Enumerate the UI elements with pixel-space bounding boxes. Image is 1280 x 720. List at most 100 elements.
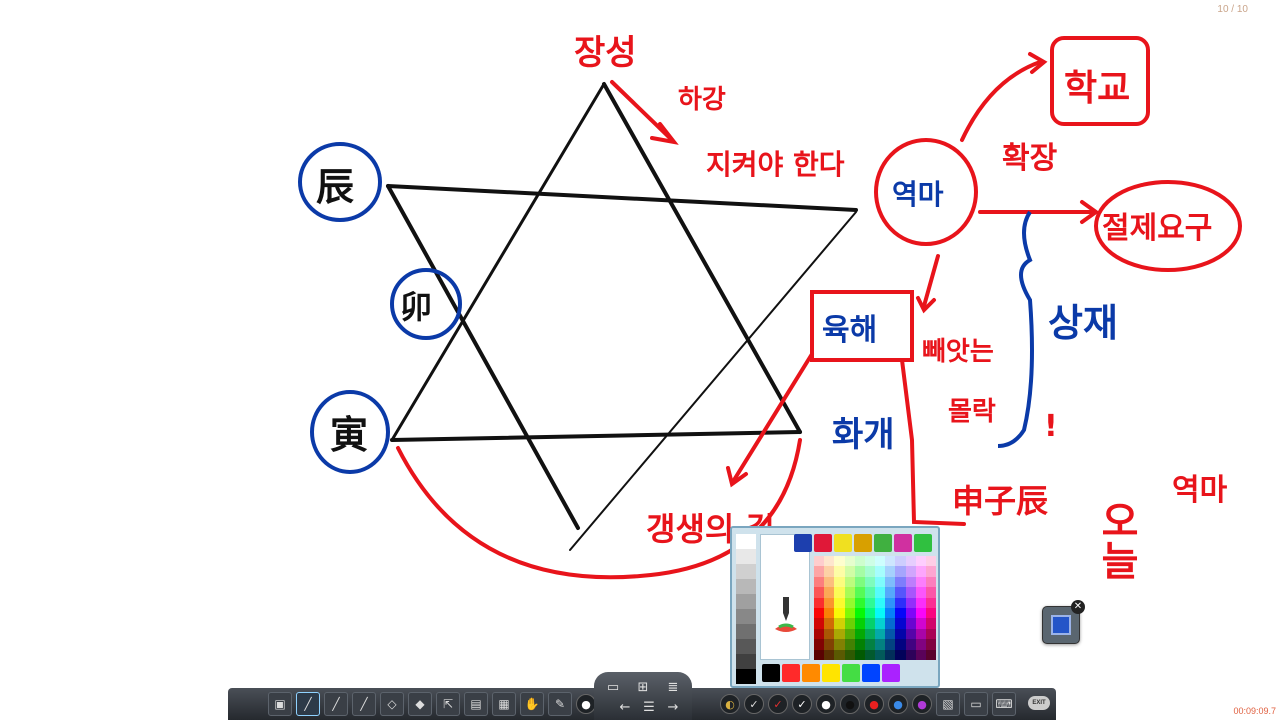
color-cell[interactable]	[834, 639, 845, 650]
highlight-icon[interactable]: ✎	[548, 692, 572, 716]
color-cell[interactable]	[854, 556, 865, 567]
color-cell[interactable]	[875, 576, 886, 588]
color-cell[interactable]	[864, 597, 875, 608]
color-cell[interactable]	[895, 639, 906, 650]
color-cell[interactable]	[925, 587, 936, 598]
color-cell[interactable]	[824, 639, 835, 650]
center-hub[interactable]: ▭ ⊞ ≣ ← ☰ →	[594, 672, 692, 720]
color-swatch[interactable]	[882, 664, 900, 682]
color-cell[interactable]	[905, 587, 916, 598]
color-cell[interactable]	[834, 587, 845, 598]
color-cell[interactable]	[875, 556, 886, 567]
color-cell[interactable]	[844, 576, 855, 588]
color-cell[interactable]	[885, 618, 896, 629]
color-cell[interactable]	[875, 649, 886, 660]
color-cell[interactable]	[854, 587, 865, 598]
window-icon[interactable]: ▣	[268, 692, 292, 716]
list-icon[interactable]: ☰	[640, 700, 658, 716]
exit-button[interactable]: EXIT	[1028, 696, 1050, 710]
drop-black-icon[interactable]: ●	[840, 694, 860, 714]
document-icon[interactable]: ≣	[664, 680, 682, 696]
shape-icon[interactable]: ◇	[380, 692, 404, 716]
color-cell[interactable]	[895, 587, 906, 598]
color-swatch[interactable]	[894, 534, 912, 552]
color-cell[interactable]	[915, 587, 926, 598]
color-cell[interactable]	[814, 566, 825, 577]
color-cell[interactable]	[905, 639, 916, 650]
color-cell[interactable]	[925, 607, 936, 619]
drop-red-icon[interactable]: ●	[864, 694, 884, 714]
color-cell[interactable]	[895, 607, 906, 619]
pen-thin-icon[interactable]: ╱	[324, 692, 348, 716]
stamp-icon[interactable]: ▧	[936, 692, 960, 716]
color-cell[interactable]	[905, 628, 916, 640]
color-cell[interactable]	[885, 556, 896, 567]
color-cell[interactable]	[844, 607, 855, 619]
color-cell[interactable]	[824, 597, 835, 608]
keyboard-icon[interactable]: ⌨	[992, 692, 1016, 716]
color-swatch[interactable]	[914, 534, 932, 552]
color-cell[interactable]	[895, 597, 906, 608]
color-cell[interactable]	[915, 556, 926, 567]
color-cell[interactable]	[844, 618, 855, 629]
color-cell[interactable]	[814, 649, 825, 660]
screen-icon[interactable]: ▤	[464, 692, 488, 716]
color-cell[interactable]	[824, 618, 835, 629]
color-cell[interactable]	[925, 576, 936, 588]
color-cell[interactable]	[875, 618, 886, 629]
color-cell[interactable]	[905, 597, 916, 608]
color-cell[interactable]	[875, 597, 886, 608]
color-cell[interactable]	[895, 576, 906, 588]
color-cell[interactable]	[824, 566, 835, 577]
board-icon[interactable]: ▦	[492, 692, 516, 716]
color-cell[interactable]	[885, 566, 896, 577]
check-white-icon[interactable]: ✓	[792, 694, 812, 714]
board-mode-icon[interactable]: ▭	[604, 680, 622, 696]
color-cell[interactable]	[875, 587, 886, 598]
color-cell[interactable]	[814, 628, 825, 640]
color-swatch[interactable]	[802, 664, 820, 682]
color-cell[interactable]	[844, 639, 855, 650]
color-cell[interactable]	[844, 649, 855, 660]
color-cell[interactable]	[925, 566, 936, 577]
color-cell[interactable]	[905, 618, 916, 629]
color-swatch[interactable]	[762, 664, 780, 682]
color-cell[interactable]	[864, 566, 875, 577]
color-cell[interactable]	[864, 618, 875, 629]
color-cell[interactable]	[925, 649, 936, 660]
color-cell[interactable]	[925, 639, 936, 650]
color-cell[interactable]	[905, 607, 916, 619]
color-cell[interactable]	[895, 649, 906, 660]
color-swatch[interactable]	[822, 664, 840, 682]
color-grid[interactable]	[814, 556, 936, 660]
color-swatch[interactable]	[874, 534, 892, 552]
color-cell[interactable]	[834, 628, 845, 640]
color-cell[interactable]	[915, 576, 926, 588]
color-palette[interactable]	[730, 526, 940, 688]
color-cell[interactable]	[854, 576, 865, 588]
color-cell[interactable]	[864, 576, 875, 588]
color-cell[interactable]	[915, 607, 926, 619]
color-cell[interactable]	[885, 597, 896, 608]
color-cell[interactable]	[905, 556, 916, 567]
color-cell[interactable]	[925, 628, 936, 640]
drop-purple-icon[interactable]: ●	[912, 694, 932, 714]
color-cell[interactable]	[834, 649, 845, 660]
preset-row-top[interactable]	[794, 534, 932, 552]
color-cell[interactable]	[844, 587, 855, 598]
eraser-icon[interactable]: ◆	[408, 692, 432, 716]
color-swatch[interactable]	[854, 534, 872, 552]
windows-icon[interactable]: ⊞	[634, 680, 652, 696]
color-cell[interactable]	[824, 649, 835, 660]
color-cell[interactable]	[844, 566, 855, 577]
color-cell[interactable]	[854, 639, 865, 650]
color-cell[interactable]	[854, 618, 865, 629]
color-cell[interactable]	[834, 576, 845, 588]
brush-icon[interactable]: ╱	[352, 692, 376, 716]
color-cell[interactable]	[854, 566, 865, 577]
color-cell[interactable]	[864, 607, 875, 619]
color-cell[interactable]	[844, 628, 855, 640]
drawing-canvas[interactable]: 장성 하강 지켜야 한다 역마 학교 확장 절제요구 육해 빼앗는 몰락 ! 상…	[0, 0, 1280, 720]
color-cell[interactable]	[885, 587, 896, 598]
color-cell[interactable]	[824, 556, 835, 567]
